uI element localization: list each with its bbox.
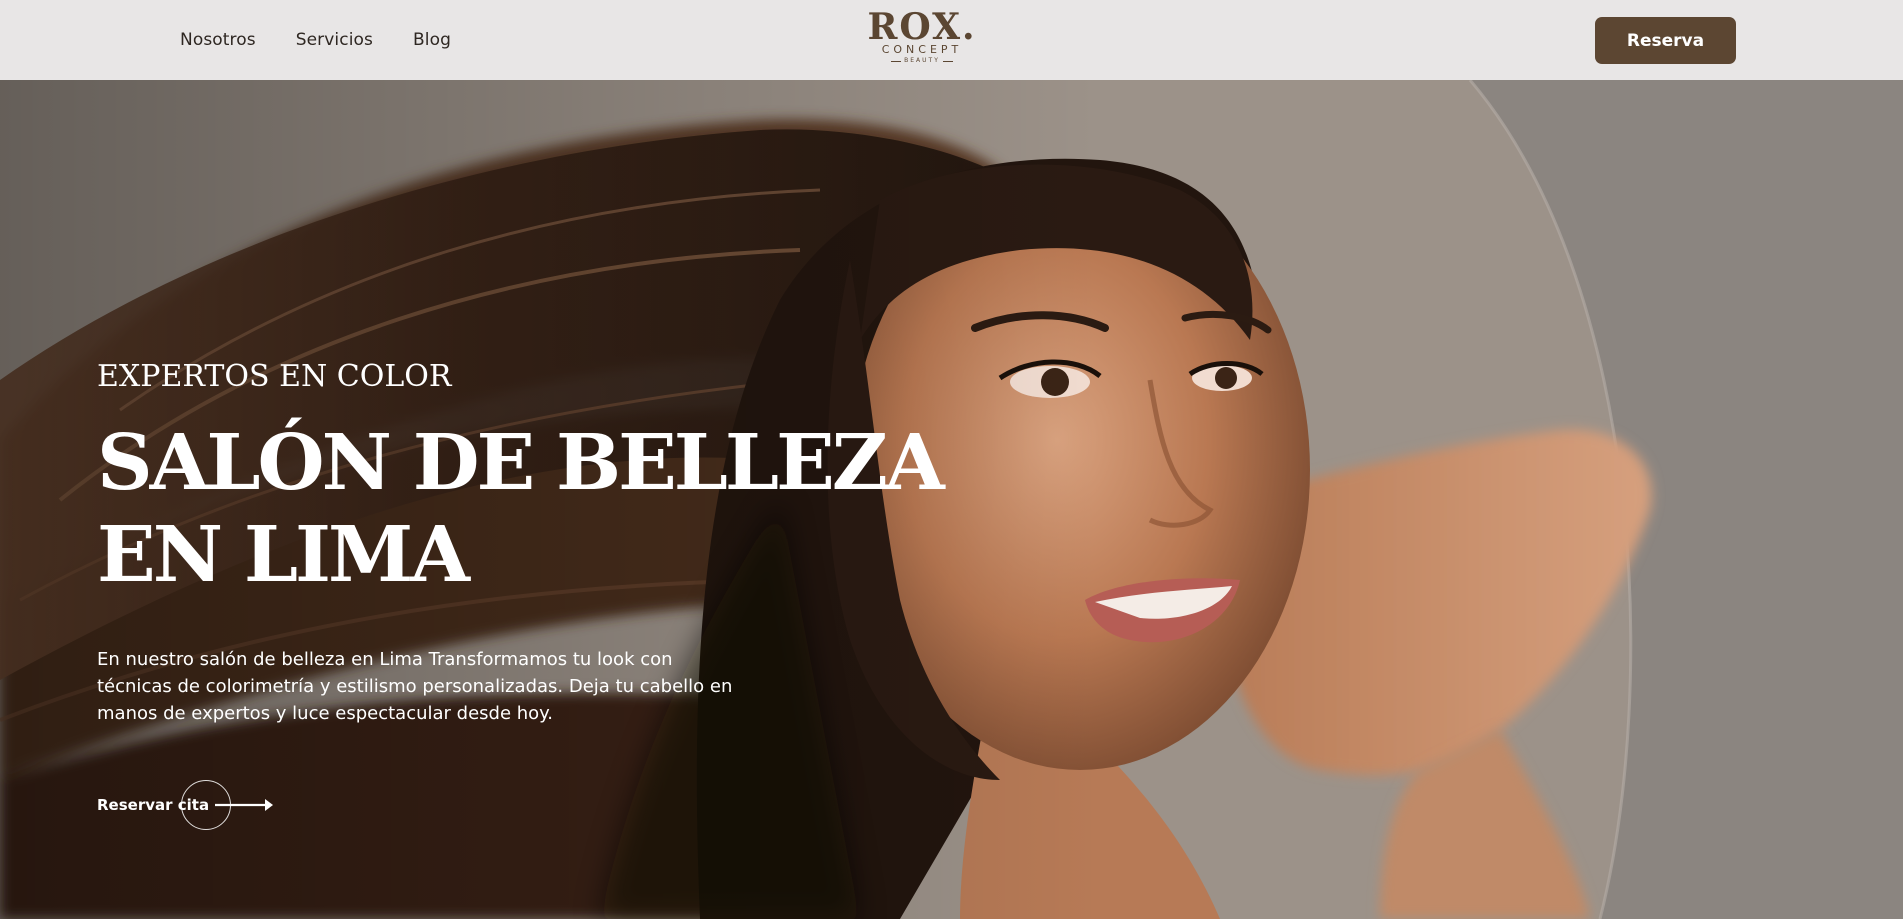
logo-subtitle: CONCEPT xyxy=(881,43,963,56)
reservar-cita-label: Reservar cita xyxy=(97,796,210,814)
hero-headline-line2: EN LIMA xyxy=(97,510,470,600)
logo-wordmark: ROX. xyxy=(867,6,977,48)
hero-headline: SALÓN DE BELLEZA EN LIMA xyxy=(97,417,977,601)
site-header: Nosotros Servicios Blog ROX. CONCEPT BEA… xyxy=(0,0,1903,80)
reserva-button[interactable]: Reserva xyxy=(1595,17,1736,64)
logo-tagline-text: BEAUTY xyxy=(904,57,940,64)
nav-link-blog[interactable]: Blog xyxy=(413,30,451,50)
reservar-cita-link[interactable]: Reservar cita xyxy=(97,778,297,832)
hero-eyebrow: EXPERTOS EN COLOR xyxy=(97,359,452,394)
logo-tagline: BEAUTY xyxy=(891,56,953,66)
hero-section: EXPERTOS EN COLOR SALÓN DE BELLEZA EN LI… xyxy=(0,80,1903,919)
nav-link-servicios[interactable]: Servicios xyxy=(296,30,373,50)
arrow-right-icon xyxy=(215,799,273,811)
rox-concept-logo[interactable]: ROX. CONCEPT BEAUTY xyxy=(867,9,974,70)
hero-content: EXPERTOS EN COLOR SALÓN DE BELLEZA EN LI… xyxy=(97,80,997,919)
nav-link-nosotros[interactable]: Nosotros xyxy=(180,30,256,50)
hero-description: En nuestro salón de belleza en Lima Tran… xyxy=(97,649,733,724)
main-nav: Nosotros Servicios Blog xyxy=(180,0,451,80)
hero-headline-line1: SALÓN DE BELLEZA xyxy=(97,418,945,508)
